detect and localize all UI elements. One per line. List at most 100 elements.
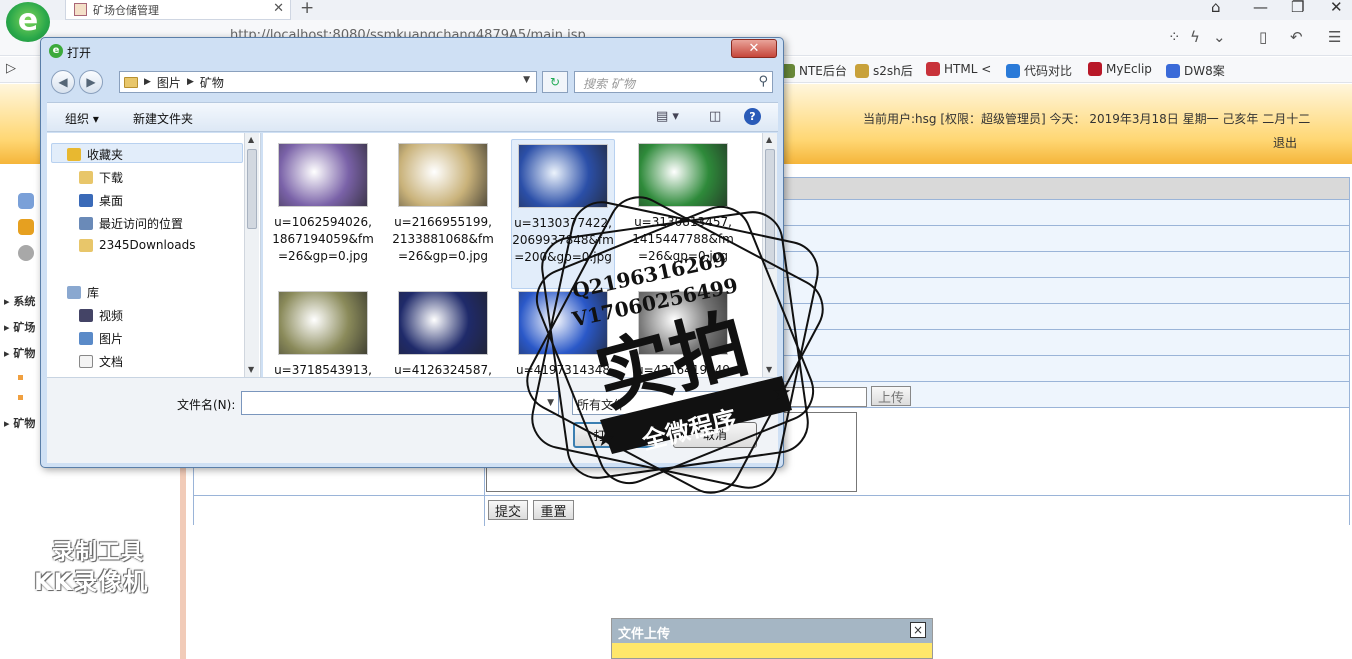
- mineral-image: [278, 143, 368, 207]
- nav-item-pictures[interactable]: 图片: [79, 330, 123, 347]
- upload-popup-close-icon[interactable]: ×: [910, 622, 926, 638]
- file-thumbnail[interactable]: u=4216419949: [631, 291, 735, 377]
- nav-pane-scrollbar[interactable]: ▲ ▼: [244, 133, 259, 377]
- undo-icon[interactable]: ↶: [1290, 28, 1303, 46]
- mineral-image: [638, 291, 728, 355]
- sidebar-item-system[interactable]: ▸ 系统: [4, 293, 35, 309]
- download-folder-icon: [79, 171, 93, 184]
- bookmark-item[interactable]: DW8案: [1166, 62, 1225, 79]
- search-icon: ⚲: [758, 74, 768, 89]
- file-thumbnail[interactable]: u=1062594026,1867194059&fm=26&gp=0.jpg: [271, 143, 375, 265]
- dialog-bottom-panel: 文件名(N): ▼ 所有文件 打开(O) 取消: [47, 377, 778, 463]
- file-thumbnail-selected[interactable]: u=3130377422,2069937848&fm=200&gp=0.jpg: [511, 139, 615, 289]
- content-scrollbar[interactable]: ▲ ▼: [762, 133, 777, 377]
- users-icon[interactable]: [18, 193, 34, 209]
- sidebar-item-mineral-2[interactable]: ▸ 矿物: [4, 415, 35, 431]
- file-path-input[interactable]: [783, 387, 867, 407]
- chevron-down-icon[interactable]: ▼: [547, 398, 554, 408]
- dialog-toolbar: 组织 ▾ 新建文件夹 ▤ ▾ ◫ ?: [47, 102, 778, 132]
- breadcrumb-item[interactable]: 图片: [157, 74, 181, 91]
- library-icon: [67, 286, 81, 299]
- bookmark-icon[interactable]: ▯: [1259, 28, 1267, 46]
- file-type-select[interactable]: 所有文件: [572, 391, 758, 415]
- table-row: [194, 496, 1349, 526]
- nav-item-2345downloads[interactable]: 2345Downloads: [79, 238, 195, 252]
- bookmark-favicon-icon: [1088, 62, 1102, 76]
- bookmark-favicon-icon: [855, 63, 869, 78]
- mineral-image: [278, 291, 368, 355]
- bookmark-item[interactable]: s2sh后: [855, 62, 913, 79]
- window-close-icon[interactable]: ✕: [1330, 0, 1343, 16]
- breadcrumb-item[interactable]: 矿物: [200, 74, 224, 91]
- menu-icon[interactable]: ☰: [1328, 28, 1341, 46]
- minimize-icon[interactable]: —: [1253, 0, 1268, 16]
- bookmark-item[interactable]: NTE后台: [781, 62, 847, 79]
- help-icon[interactable]: ?: [744, 108, 761, 125]
- nav-item-recent[interactable]: 最近访问的位置: [79, 215, 183, 232]
- file-thumbnail[interactable]: u=4197314348: [511, 291, 615, 377]
- nav-item-desktop[interactable]: 桌面: [79, 192, 123, 209]
- forward-arrow-icon[interactable]: ▶: [79, 70, 103, 94]
- refresh-icon[interactable]: ↻: [542, 71, 568, 93]
- sidebar-subitem-bullet[interactable]: [18, 375, 23, 380]
- search-input[interactable]: 搜索 矿物 ⚲: [574, 71, 773, 93]
- breadcrumb[interactable]: ▶ 图片 ▶ 矿物 ▼: [119, 71, 537, 93]
- restore-icon[interactable]: ❐: [1291, 0, 1304, 16]
- file-thumbnail[interactable]: u=3718543913,: [271, 291, 375, 377]
- new-folder-button[interactable]: 新建文件夹: [133, 110, 193, 127]
- bookmark-item[interactable]: 代码对比: [1006, 62, 1072, 79]
- dialog-close-button[interactable]: ✕: [731, 39, 777, 58]
- user-info: 当前用户:hsg [权限：超级管理员] 今天： 2019年3月18日 星期一 己…: [863, 112, 1311, 126]
- folder-icon: [79, 238, 93, 252]
- file-thumbnail-grid: u=1062594026,1867194059&fm=26&gp=0.jpg u…: [263, 133, 763, 377]
- organize-menu[interactable]: 组织 ▾: [65, 110, 99, 127]
- bookmark-item[interactable]: HTML <: [926, 62, 991, 76]
- lightning-icon[interactable]: ϟ: [1190, 28, 1200, 46]
- clock-icon[interactable]: [18, 245, 34, 261]
- logout-link[interactable]: 退出: [1273, 134, 1297, 151]
- sidebar-item-mineral[interactable]: ▸ 矿物: [4, 345, 35, 361]
- filename-input[interactable]: ▼: [241, 391, 559, 415]
- nav-item-favorites[interactable]: 收藏夹: [67, 146, 123, 163]
- star-icon: [67, 148, 81, 161]
- mineral-image: [518, 144, 608, 208]
- upload-button[interactable]: 上传: [871, 386, 911, 406]
- sidebar-subitem-bullet[interactable]: [18, 395, 23, 400]
- file-upload-popup: 文件上传 ×: [611, 618, 933, 659]
- nav-item-videos[interactable]: 视频: [79, 307, 123, 324]
- shirt-skin-icon[interactable]: ⌂: [1211, 0, 1221, 16]
- chevron-down-icon[interactable]: ⌄: [1213, 28, 1226, 46]
- file-thumbnail[interactable]: u=4126324587,: [391, 291, 495, 377]
- reset-button[interactable]: 重置: [533, 500, 574, 520]
- sidebar-toggle-icon[interactable]: ▷: [6, 61, 16, 76]
- new-tab-icon[interactable]: +: [300, 0, 314, 18]
- dialog-app-icon: e: [49, 44, 63, 58]
- recorder-watermark-line2: KK录像机: [34, 568, 149, 596]
- back-arrow-icon[interactable]: ◀: [51, 70, 75, 94]
- grid-apps-icon[interactable]: ⁘: [1168, 28, 1181, 46]
- bookmark-item[interactable]: MyEclip: [1088, 62, 1152, 76]
- bookmark-favicon-icon: [1166, 63, 1180, 78]
- submit-button[interactable]: 提交: [488, 500, 528, 520]
- mineral-image: [638, 143, 728, 207]
- navigation-pane: 收藏夹 下载 桌面 最近访问的位置 2345Downloads 库 视频 图片 …: [47, 133, 261, 377]
- mineral-image: [518, 291, 608, 355]
- chevron-down-icon[interactable]: ▼: [523, 75, 530, 85]
- cancel-button[interactable]: 取消: [673, 422, 757, 448]
- alarm-icon[interactable]: [18, 219, 34, 235]
- open-button[interactable]: 打开(O): [573, 422, 657, 448]
- sidebar-item-mine[interactable]: ▸ 矿场: [4, 319, 35, 335]
- browser-tab[interactable]: 矿场仓储管理 ✕: [65, 0, 291, 20]
- file-thumbnail[interactable]: u=2166955199,2133881068&fm=26&gp=0.jpg: [391, 143, 495, 265]
- tab-close-icon[interactable]: ✕: [273, 1, 284, 16]
- nav-item-downloads[interactable]: 下载: [79, 169, 123, 186]
- nav-item-library[interactable]: 库: [67, 284, 99, 301]
- nav-item-documents[interactable]: 文档: [79, 353, 123, 370]
- video-icon: [79, 309, 93, 322]
- mineral-image: [398, 143, 488, 207]
- view-mode-icon[interactable]: ▤ ▾: [656, 109, 679, 124]
- recent-places-icon: [79, 217, 93, 230]
- file-thumbnail[interactable]: u=3130813457,1415447788&fm=26&gp=0.jpg: [631, 143, 735, 265]
- preview-pane-icon[interactable]: ◫: [709, 109, 721, 124]
- document-icon: [79, 355, 93, 368]
